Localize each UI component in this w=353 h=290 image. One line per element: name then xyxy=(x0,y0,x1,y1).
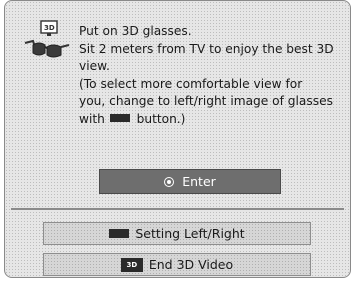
3d-glasses-icon: 3D xyxy=(24,20,70,58)
setting-label: Setting Left/Right xyxy=(135,226,245,241)
badge-text: 3D xyxy=(126,260,138,269)
enter-button[interactable]: Enter xyxy=(99,169,281,194)
end3d-label: End 3D Video xyxy=(148,257,234,272)
message-line: Put on 3D glasses. xyxy=(79,24,192,38)
message-line: (To select more comfortable view for xyxy=(79,76,303,91)
message-line: with button.) xyxy=(79,111,349,129)
message-line: you, change to left/right image of glass… xyxy=(79,94,333,108)
svg-text:3D: 3D xyxy=(44,24,55,32)
divider xyxy=(11,208,344,210)
radio-selected-icon xyxy=(164,176,175,187)
message-line: Sit 2 meters from TV to enjoy the best 3… xyxy=(79,41,334,56)
button-swatch-icon xyxy=(109,114,130,122)
3d-guide-dialog: 3D Put on 3D glasses. Sit 2 meters from … xyxy=(4,0,351,278)
end-3d-video-button[interactable]: 3D End 3D Video xyxy=(43,253,311,276)
setting-left-right-button[interactable]: Setting Left/Right xyxy=(43,222,311,245)
message-text: with xyxy=(79,111,105,126)
message-line: view. xyxy=(79,59,110,73)
button-swatch-icon xyxy=(109,229,130,238)
3d-badge-icon: 3D xyxy=(120,257,143,272)
message-text: button.) xyxy=(136,111,186,126)
enter-label: Enter xyxy=(182,174,216,189)
instruction-message: Put on 3D glasses. Sit 2 meters from TV … xyxy=(79,23,349,128)
